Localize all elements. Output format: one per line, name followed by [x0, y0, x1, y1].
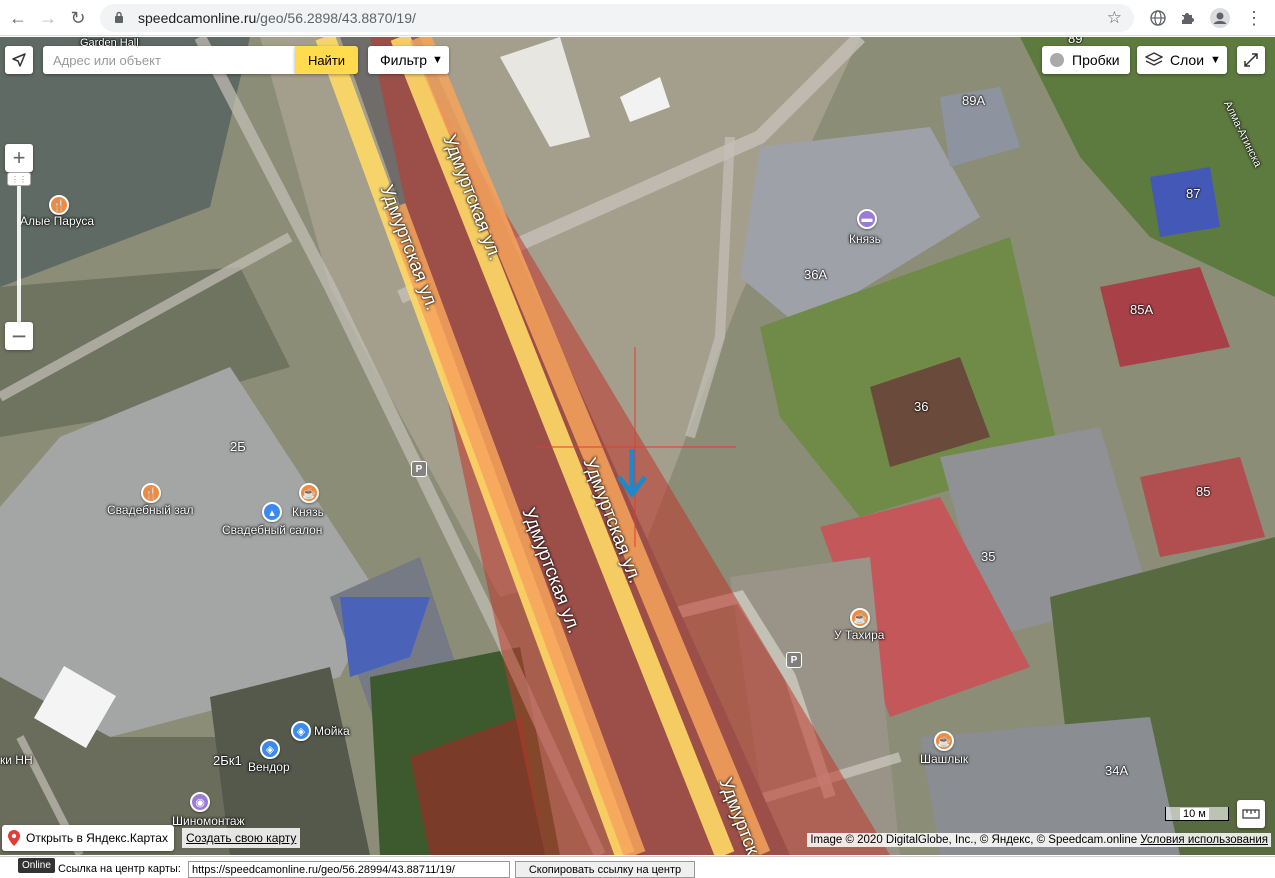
- parking-icon: P: [786, 652, 802, 668]
- place-label: Свадебный зал: [107, 503, 194, 517]
- url-path: /geo/56.2898/43.8870/19/: [256, 10, 416, 26]
- scale-label: 10 м: [1180, 808, 1209, 820]
- house-number: 35: [981, 549, 996, 564]
- layers-icon: [1145, 52, 1163, 66]
- zoom-control: + ⋮⋮ −: [5, 144, 33, 351]
- url-text: speedcamonline.ru/geo/56.2898/43.8870/19…: [138, 10, 416, 26]
- filter-button[interactable]: Фильтр ▼: [368, 46, 449, 74]
- place-label: Шашлык: [920, 752, 969, 766]
- copyright-label: Image © 2020 DigitalGlobe, Inc., © Яндек…: [810, 834, 1138, 846]
- house-number: 36А: [804, 267, 828, 282]
- fork-knife-icon[interactable]: 🍴: [141, 483, 161, 503]
- cup-icon[interactable]: ☕: [850, 608, 870, 628]
- place-label: Вендор: [248, 760, 290, 774]
- house-number: 85А: [1130, 302, 1154, 317]
- location-arrow-icon: [12, 53, 26, 67]
- cup-icon[interactable]: ☕: [934, 731, 954, 751]
- open-yandex-label: Открыть в Яндекс.Картах: [26, 831, 168, 845]
- forward-arrow-icon[interactable]: →: [36, 6, 60, 30]
- traffic-button[interactable]: Пробки: [1042, 46, 1130, 74]
- back-arrow-icon[interactable]: ←: [6, 6, 30, 30]
- address-bar[interactable]: speedcamonline.ru/geo/56.2898/43.8870/19…: [100, 4, 1134, 32]
- fullscreen-button[interactable]: [1237, 46, 1265, 74]
- online-badge: Online: [18, 858, 55, 873]
- place-label: Свадебный салон: [222, 523, 323, 537]
- ruler-icon: [1242, 809, 1260, 819]
- parking-icon: P: [411, 461, 427, 477]
- open-in-yandex-button[interactable]: Открыть в Яндекс.Картах: [2, 825, 174, 851]
- filter-label: Фильтр: [380, 52, 428, 68]
- cup-icon[interactable]: ☕: [299, 483, 319, 503]
- globe-icon[interactable]: [1146, 6, 1170, 30]
- house-number: 34А: [1105, 763, 1129, 778]
- place-label: Шиномонтаж: [172, 814, 245, 828]
- center-link-field[interactable]: [188, 861, 510, 878]
- house-number: 36: [914, 399, 929, 414]
- house-number: 89А: [962, 93, 986, 108]
- house-number: 89: [1068, 37, 1083, 46]
- traffic-light-icon: [1050, 53, 1064, 67]
- layers-label: Слои: [1170, 52, 1205, 68]
- fork-knife-icon[interactable]: 🍴: [49, 195, 69, 215]
- chevron-down-icon: ▼: [1210, 54, 1221, 66]
- extensions-puzzle-icon[interactable]: [1176, 6, 1200, 30]
- profile-avatar-icon[interactable]: [1208, 6, 1232, 30]
- bed-icon[interactable]: ▬: [857, 209, 877, 229]
- find-button[interactable]: Найти: [295, 46, 358, 74]
- browser-toolbar: ← → ↻ speedcamonline.ru/geo/56.2898/43.8…: [0, 0, 1275, 36]
- url-domain: speedcamonline.ru: [138, 10, 257, 26]
- geolocation-button[interactable]: [5, 46, 33, 74]
- house-number: 87: [1186, 186, 1201, 201]
- shirt-icon[interactable]: ▴: [262, 502, 282, 522]
- bookmark-star-icon[interactable]: ☆: [1107, 8, 1122, 28]
- copy-link-button[interactable]: Скопировать ссылку на центр: [515, 861, 695, 878]
- zoom-out-button[interactable]: −: [5, 321, 33, 351]
- chevron-down-icon: ▼: [432, 54, 443, 66]
- place-label: Князь: [849, 232, 881, 246]
- place-label: Мойка: [314, 724, 350, 738]
- expand-icon: [1244, 53, 1258, 67]
- zoom-in-button[interactable]: +: [5, 144, 33, 172]
- car-icon[interactable]: ◈: [291, 721, 311, 741]
- satellite-imagery: [0, 37, 1275, 855]
- lock-icon: [115, 11, 123, 23]
- ruler-button[interactable]: [1237, 800, 1265, 828]
- center-link-label: Ссылка на центр карты:: [58, 863, 181, 875]
- place-label: Князь: [292, 505, 324, 519]
- tire-icon[interactable]: ◉: [190, 792, 210, 812]
- house-number: 85: [1196, 484, 1211, 499]
- terms-link[interactable]: Условия использования: [1140, 834, 1268, 846]
- house-number: 2Бк1: [213, 753, 242, 768]
- map-pin-icon: [8, 830, 20, 846]
- menu-kebab-icon[interactable]: ⋮: [1242, 6, 1266, 30]
- zoom-slider-track[interactable]: [17, 176, 21, 324]
- reload-icon[interactable]: ↻: [66, 6, 90, 30]
- create-map-link[interactable]: Создать свою карту: [182, 828, 301, 848]
- page-footer: Online Ссылка на центр карты: Скопироват…: [0, 856, 1275, 878]
- zoom-slider-handle[interactable]: ⋮⋮: [7, 172, 31, 186]
- search-input[interactable]: [43, 46, 295, 74]
- house-number: 2Б: [230, 439, 246, 454]
- traffic-label: Пробки: [1072, 52, 1120, 68]
- place-label: ки НН: [0, 753, 33, 767]
- place-label: У Тахира: [834, 628, 885, 642]
- car-icon[interactable]: ◈: [260, 739, 280, 759]
- copyright-text: Image © 2020 DigitalGlobe, Inc., © Яндек…: [807, 833, 1271, 847]
- map-view[interactable]: Удмуртская ул. Удмуртская ул. Удмуртская…: [0, 37, 1275, 855]
- layers-button[interactable]: Слои ▼: [1137, 46, 1227, 74]
